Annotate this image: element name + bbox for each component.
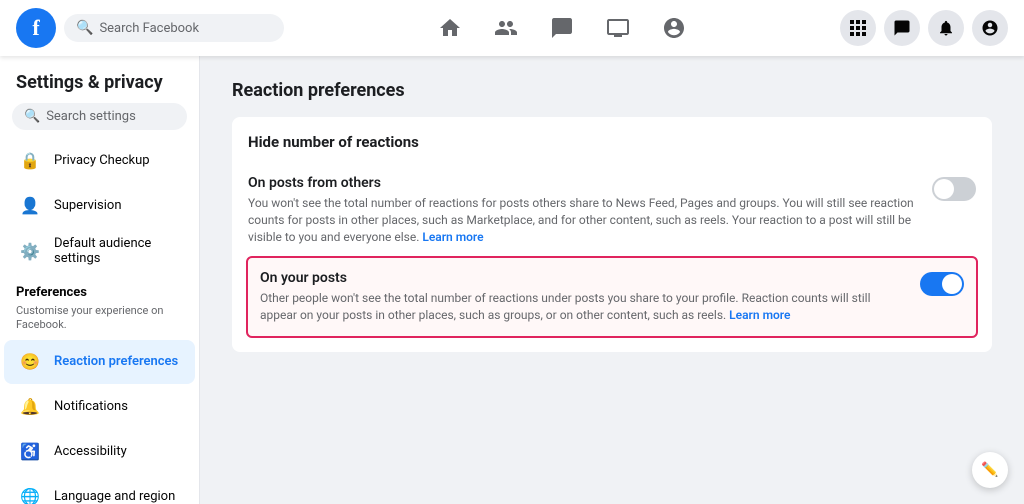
search-bar[interactable]: 🔍 Search Facebook: [64, 14, 284, 42]
pref-row-your-posts: On your posts Other people won't see the…: [246, 256, 978, 338]
toggle-your-posts[interactable]: [920, 272, 964, 296]
sidebar-item-reaction-preferences[interactable]: 😊 Reaction preferences: [4, 340, 195, 384]
pref-row-from-others: On posts from others You won't see the t…: [248, 163, 976, 258]
pref-row-title-from-others: On posts from others: [248, 175, 916, 191]
nav-friends-button[interactable]: [482, 8, 530, 48]
nav-grid-button[interactable]: [840, 10, 876, 46]
toggle-from-others[interactable]: [932, 177, 976, 201]
nav-messenger-button[interactable]: [538, 8, 586, 48]
search-placeholder: Search Facebook: [99, 21, 199, 36]
toggle-your-posts-slider: [920, 272, 964, 296]
edit-pencil-button[interactable]: ✏️: [972, 452, 1008, 488]
sidebar-item-label: Language and region: [54, 489, 175, 504]
language-icon: 🌐: [16, 483, 44, 504]
pref-row-title-your-posts: On your posts: [260, 270, 904, 286]
sidebar-item-notifications[interactable]: 🔔 Notifications: [4, 385, 195, 429]
sidebar-item-language-region[interactable]: 🌐 Language and region: [4, 475, 195, 504]
pref-row-desc-from-others: You won't see the total number of reacti…: [248, 195, 916, 245]
sidebar-item-label: Supervision: [54, 198, 122, 213]
toggle-from-others-slider: [932, 177, 976, 201]
facebook-logo[interactable]: f: [16, 8, 56, 48]
reaction-card: Hide number of reactions On posts from o…: [232, 117, 992, 352]
nav-bell-button[interactable]: [928, 10, 964, 46]
sidebar-search[interactable]: 🔍 Search settings: [12, 103, 187, 130]
search-icon: 🔍: [76, 20, 93, 36]
sidebar: Settings & privacy 🔍 Search settings 🔒 P…: [0, 56, 200, 504]
nav-profile-button[interactable]: [650, 8, 698, 48]
nav-account-button[interactable]: [972, 10, 1008, 46]
app-container: f 🔍 Search Facebook: [0, 0, 1024, 504]
sidebar-item-label: Accessibility: [54, 444, 127, 459]
nav-home-button[interactable]: [426, 8, 474, 48]
notifications-icon: 🔔: [16, 393, 44, 421]
sidebar-item-label: Default audience settings: [54, 236, 183, 266]
pref-row-desc-your-posts: Other people won't see the total number …: [260, 290, 904, 324]
sidebar-item-privacy-checkup[interactable]: 🔒 Privacy Checkup: [4, 138, 195, 182]
nav-watch-button[interactable]: [594, 8, 642, 48]
accessibility-icon: ♿: [16, 438, 44, 466]
nav-right: [840, 10, 1008, 46]
pref-text-your-posts: On your posts Other people won't see the…: [260, 270, 920, 324]
privacy-checkup-icon: 🔒: [16, 146, 44, 174]
preferences-section-subtitle: Customise your experience on Facebook.: [0, 304, 199, 339]
learn-more-link-1[interactable]: Learn more: [422, 230, 483, 244]
sidebar-search-text: Search settings: [46, 109, 136, 124]
top-nav: f 🔍 Search Facebook: [0, 0, 1024, 56]
pref-text-from-others: On posts from others You won't see the t…: [248, 175, 932, 245]
sidebar-item-default-audience[interactable]: ⚙️ Default audience settings: [4, 228, 195, 274]
edit-pencil-icon: ✏️: [981, 462, 998, 478]
page-title: Reaction preferences: [232, 80, 992, 101]
nav-center: [284, 8, 840, 48]
nav-left: f 🔍 Search Facebook: [16, 8, 284, 48]
sidebar-item-label: Privacy Checkup: [54, 153, 150, 168]
sidebar-item-label: Reaction preferences: [54, 354, 178, 369]
preferences-section-title: Preferences: [0, 275, 199, 304]
default-audience-icon: ⚙️: [16, 237, 44, 265]
fb-logo-letter: f: [32, 15, 39, 41]
sidebar-item-supervision[interactable]: 👤 Supervision: [4, 183, 195, 227]
nav-messenger-dot-button[interactable]: [884, 10, 920, 46]
sidebar-search-icon: 🔍: [24, 109, 40, 124]
reaction-preferences-icon: 😊: [16, 348, 44, 376]
card-title: Hide number of reactions: [248, 133, 976, 151]
sidebar-item-label: Notifications: [54, 399, 128, 414]
sidebar-title: Settings & privacy: [0, 64, 199, 95]
learn-more-link-2[interactable]: Learn more: [729, 308, 790, 322]
sidebar-item-accessibility[interactable]: ♿ Accessibility: [4, 430, 195, 474]
supervision-icon: 👤: [16, 191, 44, 219]
body: Settings & privacy 🔍 Search settings 🔒 P…: [0, 56, 1024, 504]
main-content: Reaction preferences Hide number of reac…: [200, 56, 1024, 504]
